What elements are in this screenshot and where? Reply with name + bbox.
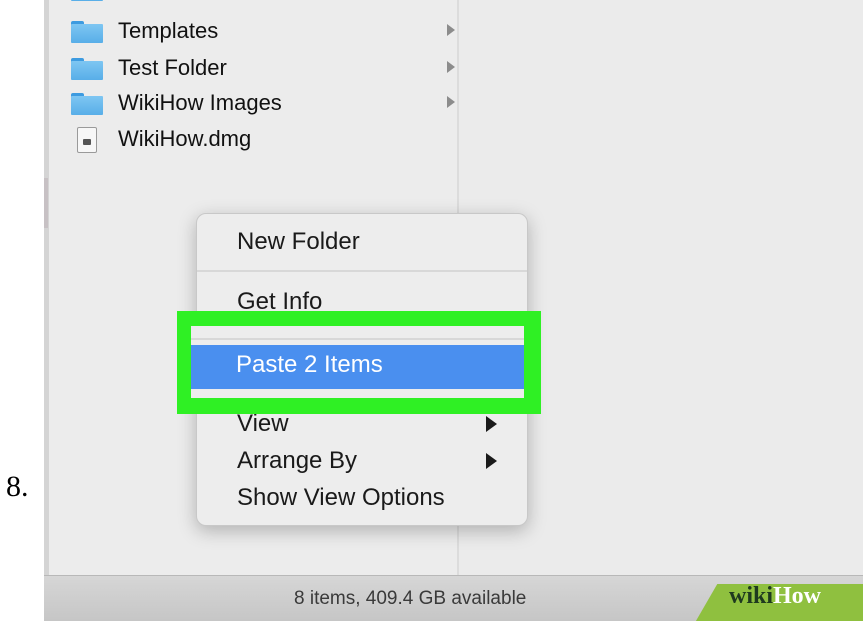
submenu-arrow-icon — [486, 416, 497, 432]
chevron-right-icon — [447, 61, 455, 73]
status-bar: 8 items, 409.4 GB available wikiHow — [44, 575, 863, 621]
sidebar-edge-mark — [44, 178, 48, 228]
menu-item-label: Paste 2 Items — [236, 351, 383, 378]
file-name: WikiHow.dmg — [118, 126, 252, 151]
file-name: WikiHow Images — [118, 90, 282, 115]
chevron-right-icon — [447, 96, 455, 108]
menu-item-new-folder[interactable]: New Folder — [197, 226, 527, 260]
file-name: Test Folder — [118, 55, 227, 80]
step-number: 8. — [6, 470, 29, 503]
file-name: Templates — [118, 18, 219, 43]
folder-icon — [71, 21, 103, 43]
file-row-wikihow-images[interactable]: WikiHow Images — [71, 89, 463, 119]
file-row-templates[interactable]: Templates — [71, 17, 463, 47]
menu-item-label: Arrange By — [237, 447, 358, 474]
highlight-inner: Paste 2 Items — [191, 326, 524, 398]
folder-icon — [71, 93, 103, 115]
file-row-wikihow-dmg[interactable]: WikiHow.dmg — [71, 125, 463, 155]
highlight-frame: Paste 2 Items — [177, 311, 541, 414]
menu-separator — [191, 338, 524, 340]
submenu-arrow-icon — [486, 453, 497, 469]
menu-item-label: Show View Options — [237, 484, 445, 511]
menu-item-show-view-options[interactable]: Show View Options — [197, 482, 527, 516]
folder-icon — [71, 58, 103, 80]
menu-item-label: New Folder — [237, 228, 360, 255]
file-row-partial[interactable] — [71, 0, 463, 5]
status-text: 8 items, 409.4 GB available — [294, 588, 527, 609]
chevron-right-icon — [447, 24, 455, 36]
menu-item-paste-items[interactable]: Paste 2 Items — [191, 345, 524, 389]
folder-icon — [71, 0, 103, 1]
disk-image-icon — [77, 127, 97, 153]
menu-separator — [197, 270, 527, 272]
wikihow-logo: wikiHow — [729, 583, 822, 609]
menu-item-label: View — [237, 410, 289, 437]
file-row-test-folder[interactable]: Test Folder — [71, 54, 463, 84]
menu-item-arrange-by[interactable]: Arrange By — [197, 445, 527, 479]
